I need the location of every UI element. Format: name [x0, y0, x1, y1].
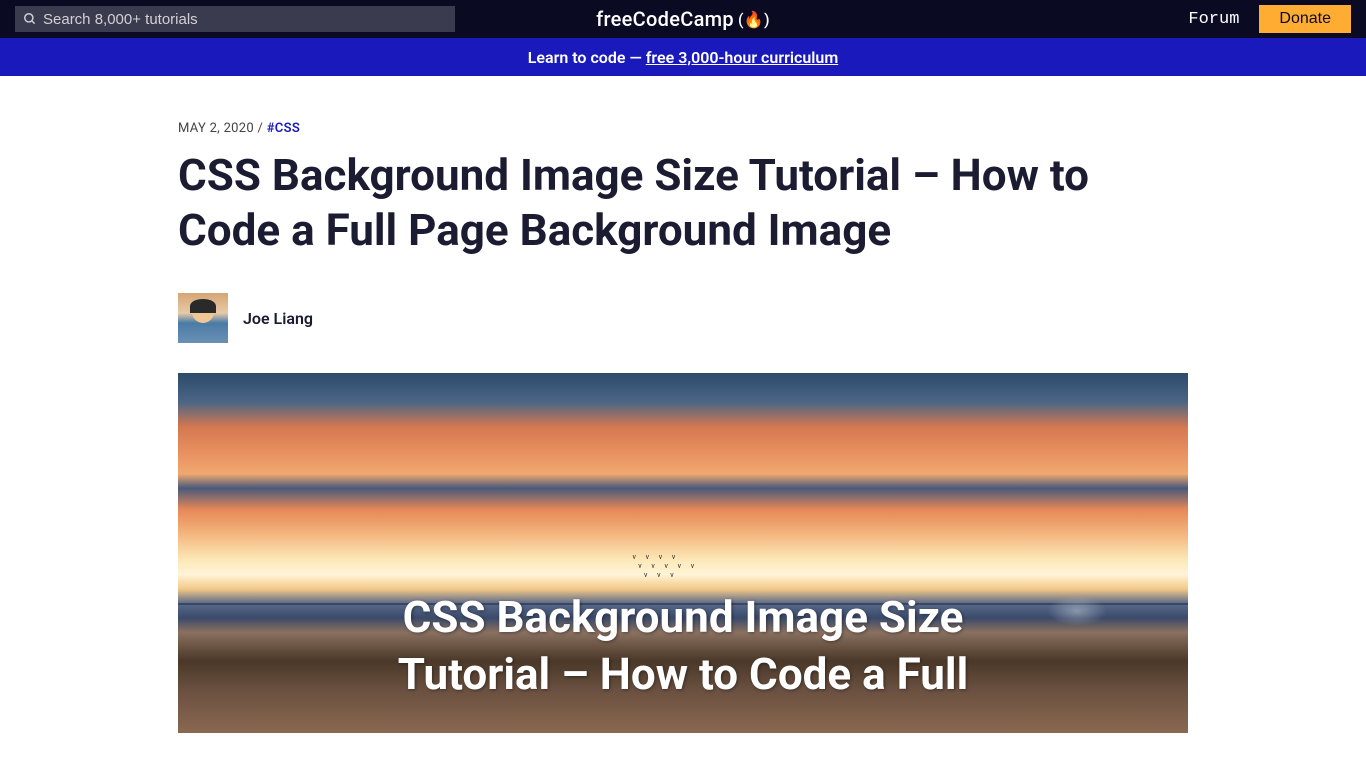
top-nav: freeCodeCamp (🔥) Forum Donate	[0, 0, 1366, 38]
donate-button[interactable]: Donate	[1259, 5, 1351, 33]
article-date: MAY 2, 2020	[178, 121, 254, 136]
author-name-link[interactable]: Joe Liang	[243, 309, 313, 328]
search-icon	[23, 12, 37, 26]
logo[interactable]: freeCodeCamp (🔥)	[596, 7, 770, 31]
search-input[interactable]	[43, 11, 447, 28]
author-row: Joe Liang	[178, 293, 1188, 343]
author-avatar[interactable]	[178, 293, 228, 343]
article-tag-link[interactable]: #CSS	[267, 121, 300, 136]
meta-separator: /	[254, 121, 267, 136]
banner-prefix: Learn to code —	[528, 48, 642, 67]
article-meta: MAY 2, 2020 / #CSS	[178, 121, 1188, 136]
logo-text: freeCodeCamp	[596, 7, 734, 31]
promo-banner: Learn to code — free 3,000-hour curricul…	[0, 38, 1366, 76]
nav-right: Forum Donate	[1188, 5, 1351, 33]
hero-image-text: CSS Background Image Size Tutorial – How…	[229, 589, 1138, 703]
hero-text-line-1: CSS Background Image Size	[403, 591, 964, 643]
article: MAY 2, 2020 / #CSS CSS Background Image …	[178, 76, 1188, 733]
banner-link[interactable]: free 3,000-hour curriculum	[646, 48, 839, 67]
hero-image: v v v v v v v v v v v v CSS Background I…	[178, 373, 1188, 733]
hero-birds-decoration: v v v v v v v v v v v v	[633, 553, 699, 580]
search-wrapper[interactable]	[15, 6, 455, 32]
fire-icon: (🔥)	[738, 10, 770, 29]
forum-link[interactable]: Forum	[1188, 10, 1239, 29]
hero-text-line-2: Tutorial – How to Code a Full	[398, 648, 968, 700]
article-title: CSS Background Image Size Tutorial – How…	[178, 148, 1188, 258]
